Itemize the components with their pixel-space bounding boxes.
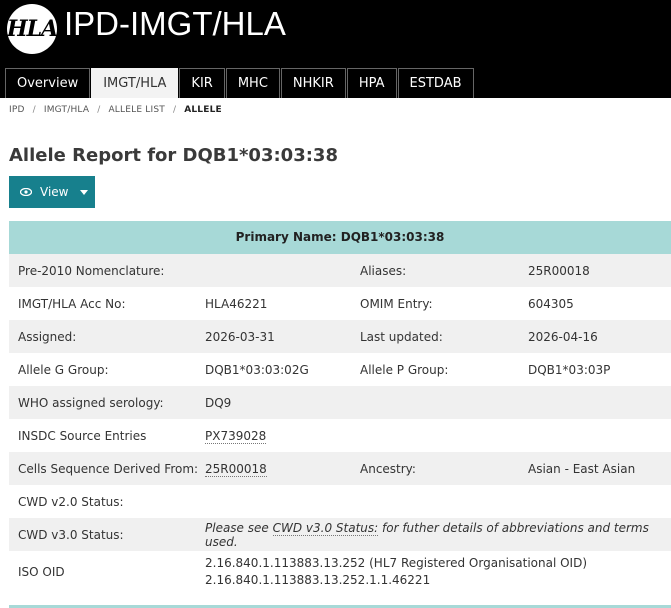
site-header: HLA IPD-IMGT/HLA Overview IMGT/HLA KIR M… bbox=[0, 0, 671, 98]
page-title: Allele Report for DQB1*03:03:38 bbox=[9, 145, 338, 166]
insdc-link[interactable]: PX739028 bbox=[205, 428, 267, 444]
acc-value: HLA46221 bbox=[205, 296, 268, 311]
cwd3-status-link[interactable]: CWD v3.0 Status: bbox=[272, 520, 379, 536]
omim-label: OMIM Entry: bbox=[360, 296, 433, 311]
cwd3-prefix: Please see bbox=[205, 520, 273, 535]
view-button-label: View bbox=[40, 185, 69, 199]
breadcrumb-separator: / bbox=[172, 105, 177, 115]
primary-name-header: Primary Name: DQB1*03:03:38 bbox=[9, 221, 671, 254]
g-group-value: DQB1*03:03:02G bbox=[205, 362, 309, 377]
table-row: Assigned: 2026-03-31 Last updated: 2026-… bbox=[9, 320, 671, 353]
p-group-label: Allele P Group: bbox=[360, 362, 449, 377]
iso-oid-line-2: 2.16.840.1.113883.13.252.1.1.46221 bbox=[205, 572, 431, 587]
table-row: ISO OID 2.16.840.1.113883.13.252 (HL7 Re… bbox=[9, 551, 671, 592]
breadcrumb-separator: / bbox=[97, 105, 101, 115]
ancestry-label: Ancestry: bbox=[360, 461, 416, 476]
caret-down-icon bbox=[80, 189, 89, 195]
last-updated-label: Last updated: bbox=[360, 329, 443, 344]
cwd2-label: CWD v2.0 Status: bbox=[18, 494, 124, 509]
tab-kir[interactable]: KIR bbox=[179, 68, 225, 98]
table-row: IMGT/HLA Acc No: HLA46221 OMIM Entry: 60… bbox=[9, 287, 671, 320]
tab-nhkir[interactable]: NHKIR bbox=[280, 68, 346, 98]
table-row: Allele G Group: DQB1*03:03:02G Allele P … bbox=[9, 353, 671, 386]
iso-oid-line-1: 2.16.840.1.113883.13.252 (HL7 Registered… bbox=[205, 555, 588, 570]
breadcrumb-separator: / bbox=[32, 105, 36, 115]
who-serology-value: DQ9 bbox=[205, 395, 232, 410]
omim-value: 604305 bbox=[528, 296, 574, 311]
assigned-value: 2026-03-31 bbox=[205, 329, 275, 344]
cells-label: Cells Sequence Derived From: bbox=[18, 461, 199, 476]
last-updated-value: 2026-04-16 bbox=[528, 329, 598, 344]
hla-logo[interactable]: HLA bbox=[6, 4, 58, 54]
assigned-label: Assigned: bbox=[18, 329, 77, 344]
tab-mhc[interactable]: MHC bbox=[225, 68, 280, 98]
table-row: INSDC Source Entries PX739028 bbox=[9, 419, 671, 452]
tab-overview[interactable]: Overview bbox=[5, 68, 91, 98]
table-row: CWD v2.0 Status: bbox=[9, 485, 671, 518]
allele-report-table: Primary Name: DQB1*03:03:38 Pre-2010 Nom… bbox=[9, 221, 671, 592]
eye-icon bbox=[20, 188, 32, 196]
tab-estdab[interactable]: ESTDAB bbox=[397, 68, 474, 98]
breadcrumb-ipd[interactable]: IPD bbox=[9, 105, 25, 115]
g-group-label: Allele G Group: bbox=[18, 362, 109, 377]
pre2010-label: Pre-2010 Nomenclature: bbox=[18, 263, 165, 278]
p-group-value: DQB1*03:03P bbox=[528, 362, 611, 377]
tab-hpa[interactable]: HPA bbox=[346, 68, 397, 98]
cwd3-label: CWD v3.0 Status: bbox=[18, 527, 124, 542]
tab-imgt-hla[interactable]: IMGT/HLA bbox=[91, 68, 179, 98]
aliases-value: 25R00018 bbox=[528, 263, 590, 278]
breadcrumb: IPD / IMGT/HLA / ALLELE LIST / ALLELE bbox=[9, 105, 222, 115]
who-serology-label: WHO assigned serology: bbox=[18, 395, 164, 410]
view-dropdown-button[interactable]: View bbox=[9, 176, 95, 208]
logo-text: HLA bbox=[6, 16, 58, 42]
cwd3-note: Please see CWD v3.0 Status: for futher d… bbox=[205, 520, 671, 549]
main-nav: Overview IMGT/HLA KIR MHC NHKIR HPA ESTD… bbox=[5, 68, 475, 98]
table-row: Cells Sequence Derived From: 25R00018 An… bbox=[9, 452, 671, 485]
aliases-label: Aliases: bbox=[360, 263, 407, 278]
iso-oid-label: ISO OID bbox=[18, 564, 65, 579]
breadcrumb-imgt-hla[interactable]: IMGT/HLA bbox=[44, 105, 89, 115]
insdc-label: INSDC Source Entries bbox=[18, 428, 147, 443]
acc-label: IMGT/HLA Acc No: bbox=[18, 296, 126, 311]
table-row: WHO assigned serology: DQ9 bbox=[9, 386, 671, 419]
iso-oid-values: 2.16.840.1.113883.13.252 (HL7 Registered… bbox=[205, 555, 671, 589]
site-title[interactable]: IPD-IMGT/HLA bbox=[64, 4, 286, 44]
table-row: Pre-2010 Nomenclature: Aliases: 25R00018 bbox=[9, 254, 671, 287]
breadcrumb-allele-list[interactable]: ALLELE LIST bbox=[108, 105, 165, 115]
breadcrumb-allele: ALLELE bbox=[184, 105, 222, 115]
ancestry-value: Asian - East Asian bbox=[528, 461, 636, 476]
table-row: CWD v3.0 Status: Please see CWD v3.0 Sta… bbox=[9, 518, 671, 551]
cells-link[interactable]: 25R00018 bbox=[205, 461, 267, 477]
